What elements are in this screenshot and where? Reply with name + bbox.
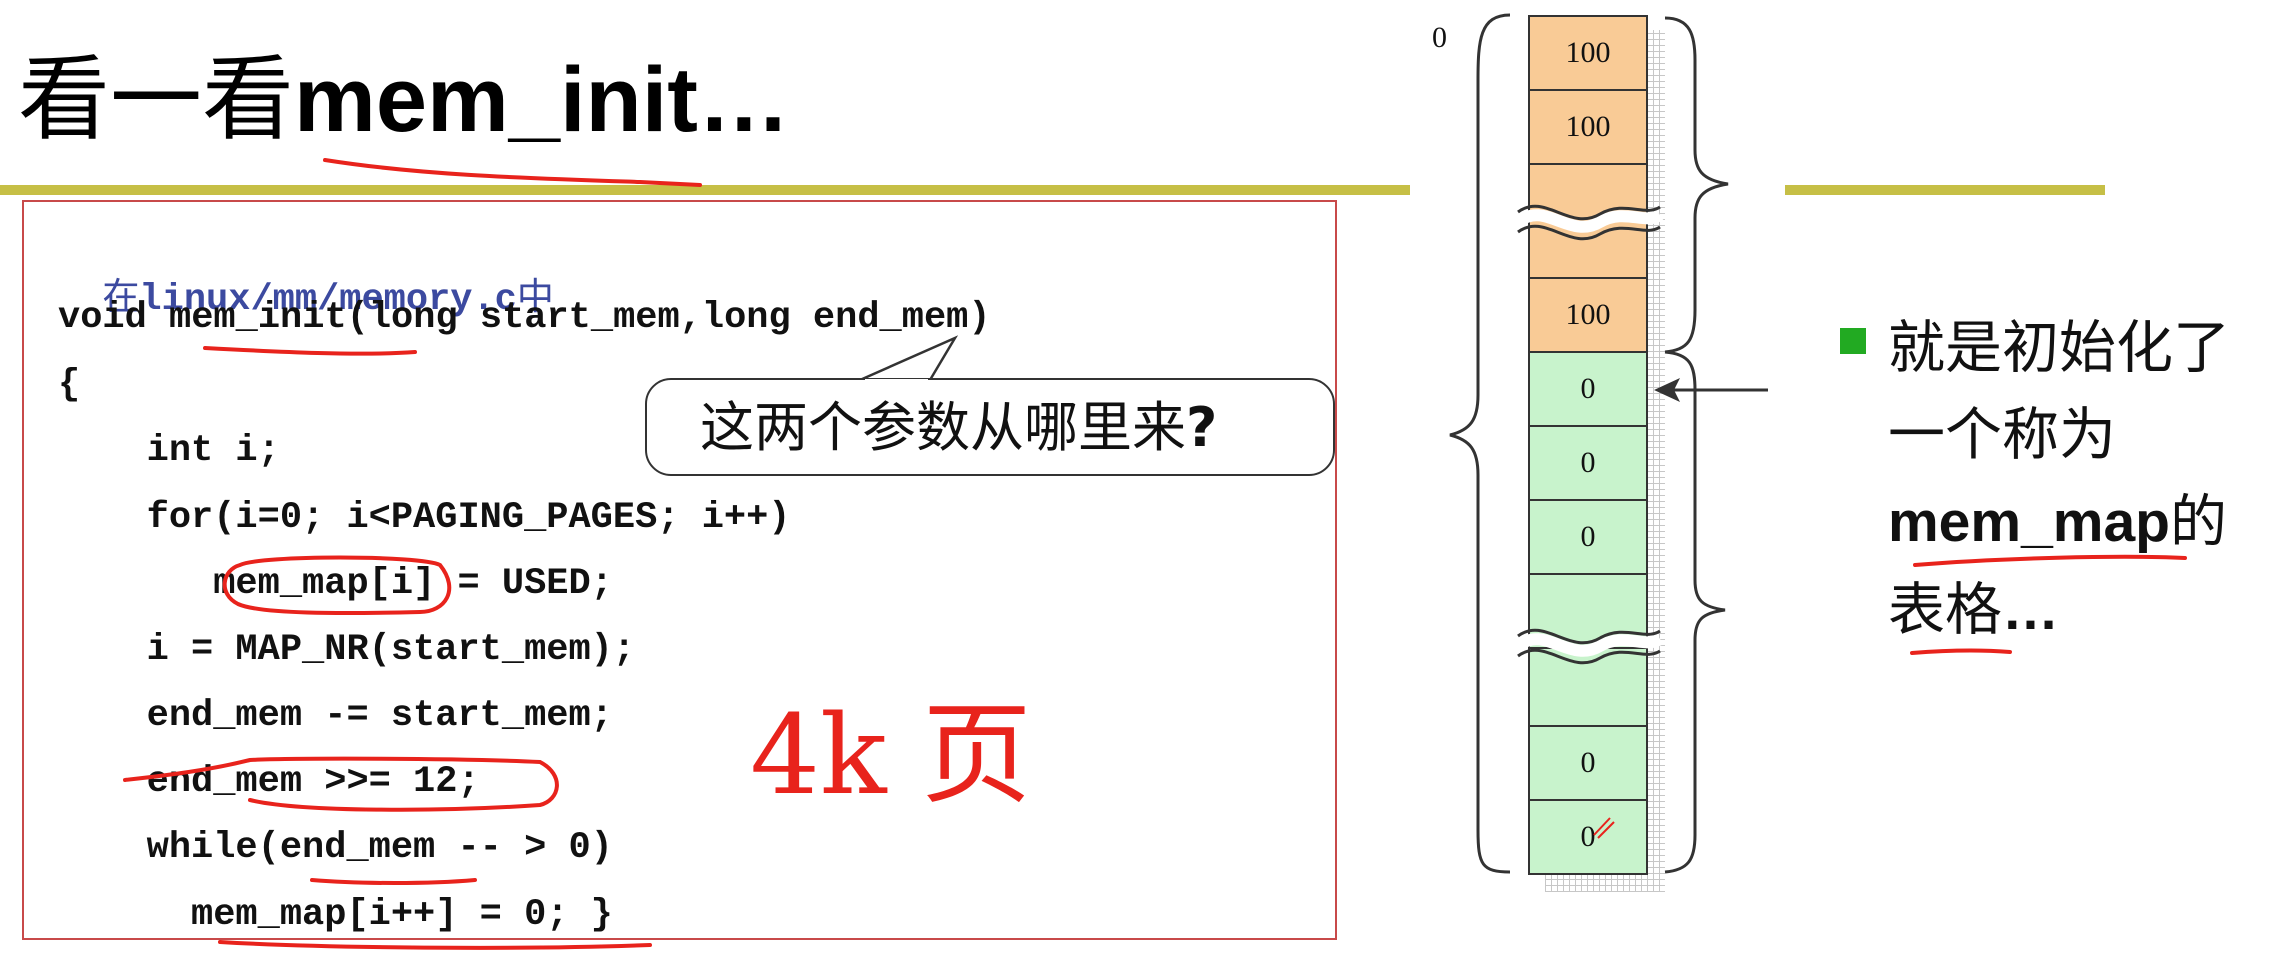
callout-question: 这两个参数从哪里来 <box>700 396 1186 459</box>
code-line: { <box>58 364 81 406</box>
handwritten-note: 4k 页 <box>750 691 1032 819</box>
callout-question-mark: ? <box>1186 396 1218 459</box>
code-line: end_mem >>= 12; <box>80 761 480 803</box>
mem-map-cell <box>1528 163 1648 279</box>
mem-map-cell: 0 <box>1528 351 1648 427</box>
code-line: int i; <box>80 430 280 472</box>
left-brace <box>1449 13 1511 874</box>
code-line: while(end_mem -- > 0) <box>80 827 613 869</box>
side-note-table: 表格 <box>1888 577 2002 643</box>
code-line: for(i=0; i<PAGING_PAGES; i++) <box>80 497 791 539</box>
title-rule-right <box>1785 185 2105 195</box>
mem-map-cell: 100 <box>1528 277 1648 353</box>
side-note-code: mem_map <box>1888 490 2170 554</box>
code-line: i = MAP_NR(start_mem); <box>80 629 636 671</box>
mem-map-cell: 0 <box>1528 799 1648 875</box>
mem-map-cell: 0 <box>1528 425 1648 501</box>
origin-label: 0 <box>1432 21 1447 54</box>
bullet-square <box>1840 328 1866 354</box>
source-path: 在linux/mm/memory.c中 <box>58 222 553 321</box>
right-brace-upper <box>1664 16 1729 354</box>
mem-map-cell <box>1528 573 1648 649</box>
underline-table-side <box>1910 648 2012 655</box>
mem-map-cell <box>1528 647 1648 727</box>
side-note-line: 表格… <box>1888 570 2059 650</box>
side-note-line: 就是初始化了 <box>1888 315 2230 381</box>
code-line: void mem_init(long start_mem,long end_me… <box>58 297 991 339</box>
underline-last-line <box>218 940 652 950</box>
underline-title <box>323 158 702 187</box>
right-brace-lower <box>1664 350 1726 874</box>
code-line: mem_map[i++] = 0; } <box>80 894 613 936</box>
slide-title: 看一看mem_init… <box>18 40 790 160</box>
mem-map-cell: 0 <box>1528 725 1648 801</box>
side-note-suffix: 的 <box>2169 489 2227 555</box>
mem-map-cell: 100 <box>1528 89 1648 165</box>
mem-map-cell: 0 <box>1528 499 1648 575</box>
title-rule-left <box>0 185 1410 195</box>
callout-text: 这两个参数从哪里来? <box>700 388 1217 468</box>
code-line: mem_map[i] = USED; <box>80 563 613 605</box>
side-note-line: 一个称为 <box>1888 402 2116 468</box>
side-note-ellipsis: … <box>2002 578 2059 642</box>
code-line: end_mem -= start_mem; <box>80 695 613 737</box>
slide-title-code: mem_init… <box>294 49 790 151</box>
slide-title-cn: 看一看 <box>18 46 295 153</box>
mem-map-cell: 100 <box>1528 15 1648 91</box>
side-note-line: mem_map的 <box>1888 482 2227 562</box>
